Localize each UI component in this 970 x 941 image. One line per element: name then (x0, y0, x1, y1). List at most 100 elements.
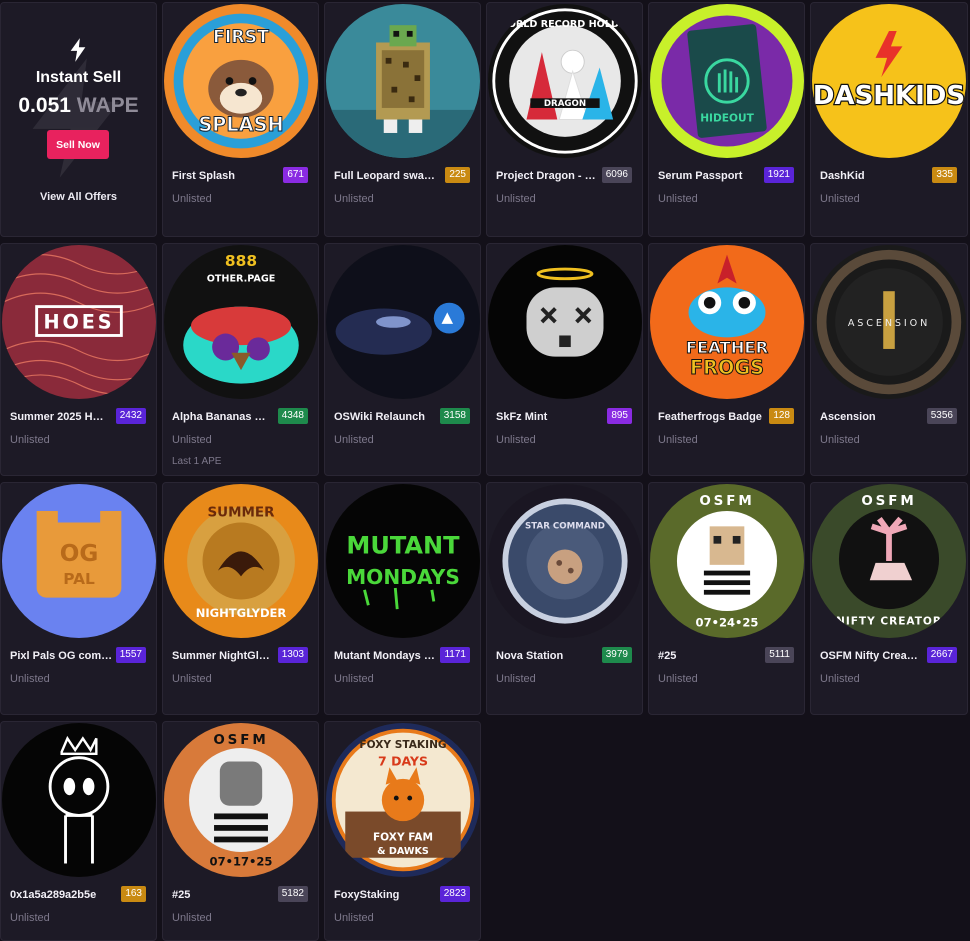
collection-item-card[interactable]: FOXY STAKING 7 DAYS FOXY FAM & DAWKS Foxy… (324, 721, 481, 941)
item-status: Unlisted (172, 912, 212, 924)
svg-text:07•24•25: 07•24•25 (696, 615, 759, 629)
item-name[interactable]: First Splash (172, 170, 277, 182)
collection-item-card[interactable]: ASCENSION Ascension 5356 Unlisted (810, 243, 968, 476)
collection-item-card[interactable]: MUTANT MONDAYS Mutant Mondays … 1171 Unlis… (324, 482, 481, 715)
item-status: Unlisted (172, 193, 212, 205)
item-thumbnail[interactable]: ASCENSION (812, 245, 966, 399)
collection-item-card[interactable]: OSWiki Relaunch 3158 Unlisted (324, 243, 481, 476)
item-status: Unlisted (658, 673, 698, 685)
svg-text:NIGHTGLYDER: NIGHTGLYDER (196, 606, 287, 620)
item-name[interactable]: Pixl Pals OG com… (10, 650, 115, 662)
item-artwork-image: FEATHER FROGS (650, 245, 804, 399)
item-artwork-image: DRAGON WORLD RECORD HOLDER (488, 4, 642, 158)
item-thumbnail[interactable]: FOXY STAKING 7 DAYS FOXY FAM & DAWKS (326, 723, 480, 877)
item-name[interactable]: Ascension (820, 411, 925, 423)
item-name[interactable]: #25 (172, 889, 277, 901)
item-thumbnail[interactable]: FIRST SPLASH (164, 4, 318, 158)
item-thumbnail[interactable]: OSFM 07•17•25 (164, 723, 318, 877)
item-status: Unlisted (658, 434, 698, 446)
item-thumbnail[interactable] (488, 245, 642, 399)
svg-text:PAL: PAL (63, 570, 95, 588)
item-name[interactable]: Summer NightGl… (172, 650, 277, 662)
item-artwork-image: HOES (2, 245, 156, 399)
item-name[interactable]: SkFz Mint (496, 411, 601, 423)
item-count-badge: 225 (445, 167, 470, 183)
instant-sell-price: 0.051 WAPE (1, 94, 156, 118)
svg-text:OSFM: OSFM (699, 493, 754, 509)
item-thumbnail[interactable]: DASHKIDS (812, 4, 966, 158)
item-status: Unlisted (496, 193, 536, 205)
svg-text:FEATHER: FEATHER (686, 338, 769, 357)
svg-text:888: 888 (225, 252, 257, 270)
item-thumbnail[interactable]: 888 OTHER.PAGE (164, 245, 318, 399)
item-artwork-image: DASHKIDS (812, 4, 966, 158)
item-thumbnail[interactable] (326, 245, 480, 399)
item-count-badge: 671 (283, 167, 308, 183)
item-count-badge: 128 (769, 408, 794, 424)
item-name[interactable]: #25 (658, 650, 763, 662)
item-name[interactable]: FoxyStaking (334, 889, 439, 901)
instant-sell-title: Instant Sell (35, 69, 122, 86)
item-name[interactable]: Featherfrogs Badge (658, 411, 763, 423)
lightning-bolt-icon (70, 38, 86, 62)
item-thumbnail[interactable]: FEATHER FROGS (650, 245, 804, 399)
item-artwork-image: STAR COMMAND (488, 484, 642, 638)
view-all-offers-link[interactable]: View All Offers (1, 191, 156, 203)
item-status: Unlisted (820, 673, 860, 685)
collection-item-card[interactable]: FIRST SPLASH First Splash 671 Unlisted (162, 2, 319, 237)
item-name[interactable]: Nova Station (496, 650, 601, 662)
item-name[interactable]: OSWiki Relaunch (334, 411, 439, 423)
item-thumbnail[interactable]: DRAGON WORLD RECORD HOLDER (488, 4, 642, 158)
item-count-badge: 335 (932, 167, 957, 183)
collection-item-card[interactable]: 888 OTHER.PAGE Alpha Bananas … 4348 Unlist… (162, 243, 319, 476)
collection-item-card[interactable]: DRAGON WORLD RECORD HOLDER Project Dragon… (486, 2, 643, 237)
item-artwork-image: HIDEOUT (650, 4, 804, 158)
item-name[interactable]: DashKid (820, 170, 925, 182)
item-thumbnail[interactable]: MUTANT MONDAYS (326, 484, 480, 638)
item-thumbnail[interactable]: OSFM 07•24•25 (650, 484, 804, 638)
item-name[interactable]: OSFM Nifty Crea… (820, 650, 925, 662)
item-thumbnail[interactable] (2, 723, 156, 877)
item-name[interactable]: 0x1a5a289a2b5e (10, 889, 115, 901)
collection-grid: Instant Sell 0.051 WAPE Sell Now View Al… (0, 0, 970, 941)
item-name[interactable]: Alpha Bananas … (172, 411, 277, 423)
instant-sell-card: Instant Sell 0.051 WAPE Sell Now View Al… (0, 2, 157, 237)
item-name[interactable]: Mutant Mondays … (334, 650, 439, 662)
item-thumbnail[interactable]: STAR COMMAND (488, 484, 642, 638)
collection-item-card[interactable]: OG PAL Pixl Pals OG com… 1557 Unlisted (0, 482, 157, 715)
item-artwork-image (326, 4, 480, 158)
item-artwork-image (488, 245, 642, 399)
item-status: Unlisted (10, 434, 50, 446)
item-artwork-image: 888 OTHER.PAGE (164, 245, 318, 399)
collection-item-card[interactable]: 0x1a5a289a2b5e 163 Unlisted (0, 721, 157, 941)
item-name[interactable]: Project Dragon - … (496, 170, 601, 182)
collection-item-card[interactable]: OSFM NIFTY CREATOR OSFM Nifty Crea… 2667 Un… (810, 482, 968, 715)
item-thumbnail[interactable]: OG PAL (2, 484, 156, 638)
item-thumbnail[interactable]: HOES (2, 245, 156, 399)
svg-text:WORLD RECORD HOLDER: WORLD RECORD HOLDER (497, 19, 633, 30)
item-last-sale: Last 1 APE (172, 456, 222, 467)
item-thumbnail[interactable]: SUMMER NIGHTGLYDER (164, 484, 318, 638)
item-artwork-image: FIRST SPLASH (164, 4, 318, 158)
item-name[interactable]: Summer 2025 H… (10, 411, 115, 423)
item-count-badge: 2432 (115, 408, 146, 424)
collection-item-card[interactable]: STAR COMMAND Nova Station 3979 Unlisted (486, 482, 643, 715)
item-status: Unlisted (658, 193, 698, 205)
collection-item-card[interactable]: SUMMER NIGHTGLYDER Summer NightGl… 1303 Unl… (162, 482, 319, 715)
item-count-badge: 2823 (439, 886, 470, 902)
collection-item-card[interactable]: SkFz Mint 895 Unlisted (486, 243, 643, 476)
item-thumbnail[interactable]: OSFM NIFTY CREATOR (812, 484, 966, 638)
sell-now-button[interactable]: Sell Now (47, 130, 109, 159)
collection-item-card[interactable]: Full Leopard swag… 225 Unlisted (324, 2, 481, 237)
collection-item-card[interactable]: FEATHER FROGS Featherfrogs Badge 128 Unlist… (648, 243, 805, 476)
collection-item-card[interactable]: OSFM 07•17•25 #25 5182 Unlisted (162, 721, 319, 941)
collection-item-card[interactable]: HOES Summer 2025 H… 2432 Unlisted (0, 243, 157, 476)
item-name[interactable]: Full Leopard swag… (334, 170, 439, 182)
collection-item-card[interactable]: OSFM 07•24•25 #25 5111 Unlisted (648, 482, 805, 715)
collection-item-card[interactable]: HIDEOUT Serum Passport 1921 Unlisted (648, 2, 805, 237)
item-thumbnail[interactable]: HIDEOUT (650, 4, 804, 158)
item-thumbnail[interactable] (326, 4, 480, 158)
collection-item-card[interactable]: DASHKIDS DashKid 335 Unlisted (810, 2, 968, 237)
item-name[interactable]: Serum Passport (658, 170, 763, 182)
item-count-badge: 1171 (440, 647, 470, 663)
